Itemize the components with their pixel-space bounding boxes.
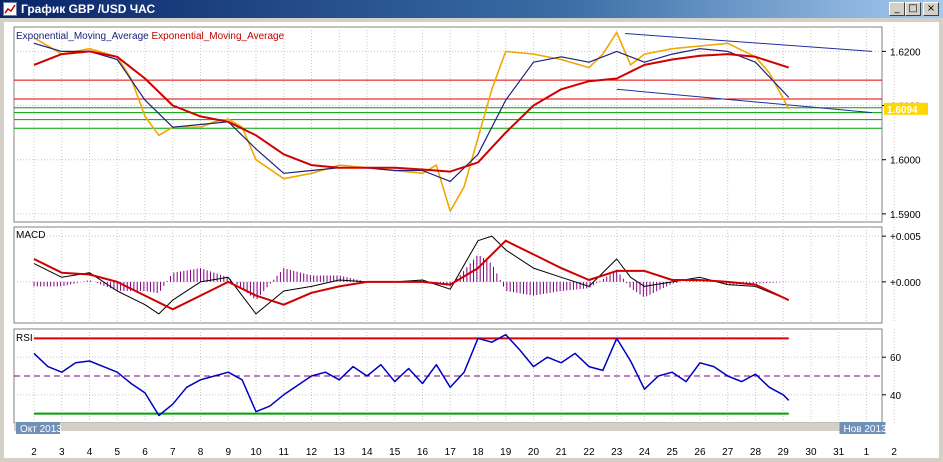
x-tick-label: 17 — [445, 447, 457, 458]
x-tick-label: 14 — [361, 447, 373, 458]
macd-label: MACD — [16, 230, 46, 241]
y-tick-label: 1.5900 — [890, 210, 921, 221]
x-tick-label: 22 — [583, 447, 595, 458]
x-tick-label: 25 — [667, 447, 679, 458]
x-tick-label: 1 — [864, 447, 870, 458]
ema-legend: Exponential_Moving_Average Exponential_M… — [16, 31, 284, 42]
y-tick-label: 1.6000 — [890, 156, 921, 167]
panel-frame-2 — [13, 226, 883, 324]
y-tick-label: 1.6200 — [890, 47, 921, 58]
x-tick-label: 16 — [417, 447, 429, 458]
chart-app-icon — [3, 2, 17, 16]
x-tick-label: 4 — [87, 447, 93, 458]
x-tick-label: 19 — [500, 447, 512, 458]
x-tick-label: 26 — [694, 447, 706, 458]
x-tick-label: 7 — [170, 447, 176, 458]
x-tick-label: 2 — [31, 447, 37, 458]
x-tick-label: 11 — [279, 447, 290, 458]
x-tick-label: 3 — [59, 447, 65, 458]
y-tick-label: 60 — [890, 353, 902, 364]
x-tick-label: 5 — [114, 447, 120, 458]
x-tick-label: 27 — [722, 447, 734, 458]
current-price-label: 1.6094 — [887, 105, 918, 116]
x-tick-label: 10 — [250, 447, 262, 458]
period-end-label: Нов 2013 — [843, 424, 887, 435]
x-tick-label: 8 — [198, 447, 204, 458]
chart-canvas[interactable]: 2 3 4 5 6 7 8 9 10 11 12 13 14 15 16 17 18 19 20 21 22 23 24 25… — [4, 22, 939, 458]
chart-client-area[interactable]: 2 3 4 5 6 7 8 9 10 11 12 13 14 15 16 17 18 19 20 21 22 23 24 25… — [4, 22, 939, 458]
x-tick-label: 9 — [225, 447, 231, 458]
y-tick-label: +0.000 — [890, 278, 921, 289]
x-tick-label: 15 — [389, 447, 401, 458]
y-tick-label: +0.005 — [890, 232, 921, 243]
y-tick-label: 40 — [890, 391, 902, 402]
window-title: График GBP /USD ЧАС — [21, 2, 156, 16]
minimize-button[interactable]: _ — [889, 2, 905, 16]
x-tick-label: 24 — [639, 447, 651, 458]
x-tick-label: 6 — [142, 447, 148, 458]
x-tick-label: 2 — [891, 447, 897, 458]
x-tick-label: 23 — [611, 447, 623, 458]
x-tick-label: 21 — [556, 447, 568, 458]
x-tick-label: 31 — [833, 447, 845, 458]
title-bar: График GBP /USD ЧАС _ □ × — [0, 0, 943, 18]
x-tick-label: 18 — [472, 447, 484, 458]
x-tick-label: 29 — [778, 447, 790, 458]
period-start-label: Окт 2013 — [20, 424, 62, 435]
x-tick-label: 12 — [306, 447, 318, 458]
close-button[interactable]: × — [923, 2, 939, 16]
x-tick-label: 13 — [334, 447, 346, 458]
x-tick-label: 20 — [528, 447, 540, 458]
x-tick-label: 30 — [805, 447, 817, 458]
ema-fast-label: Exponential_Moving_Average — [16, 31, 149, 42]
x-tick-label: 28 — [750, 447, 762, 458]
rsi-label: RSI — [16, 333, 33, 344]
x-axis-strip — [14, 423, 882, 431]
maximize-button[interactable]: □ — [905, 2, 921, 16]
ema-slow-label: Exponential_Moving_Average — [151, 31, 285, 42]
